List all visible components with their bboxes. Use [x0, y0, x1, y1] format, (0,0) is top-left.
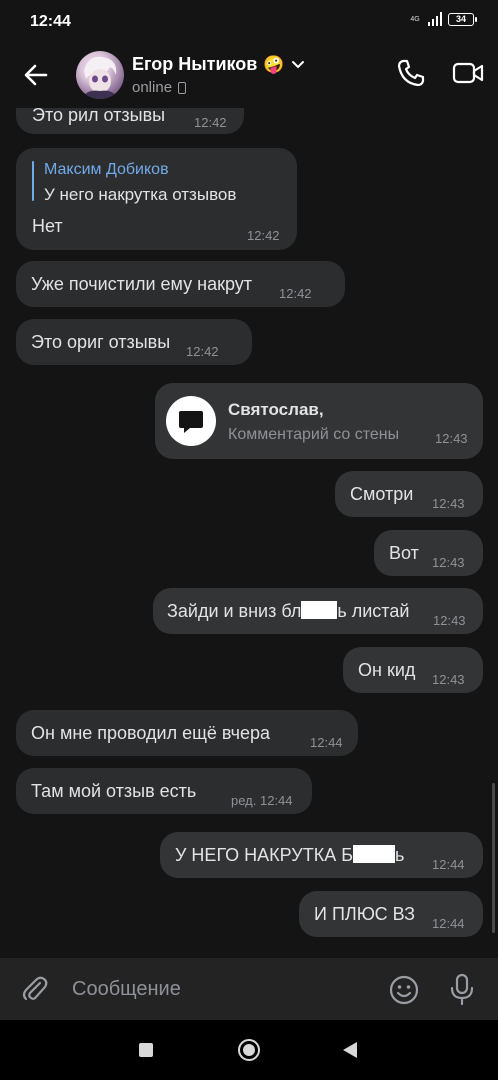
back-arrow-icon[interactable]: [22, 61, 50, 89]
message-bubble-incoming[interactable]: Это рил отзывы 12:42: [16, 108, 244, 134]
message-text: Там мой отзыв есть: [31, 781, 197, 801]
message-text-part: ь: [395, 845, 405, 865]
message-bubble-outgoing[interactable]: У НЕГО НАКРУТКА Б ь 12:44: [160, 832, 483, 878]
contact-status: online: [132, 79, 173, 96]
wall-comment-subtitle: Комментарий со стены: [228, 426, 400, 443]
message-bubble-incoming[interactable]: Там мой отзыв есть ред. 12:44: [16, 768, 312, 814]
message-bubble-outgoing[interactable]: Святослав, Комментарий со стены 12:43: [155, 383, 483, 459]
status-bar: 12:44 4G 34: [0, 0, 498, 44]
message-text: Смотри: [350, 484, 414, 504]
message-text: У НЕГО НАКРУТКА Б ь: [175, 845, 404, 866]
mobile-icon: [178, 81, 187, 94]
redaction-block: [353, 845, 396, 863]
battery-level: 34: [455, 14, 466, 24]
message-time: 12:42: [247, 228, 280, 243]
attach-icon[interactable]: [20, 974, 50, 1004]
reply-author[interactable]: Максим Добиков: [44, 161, 169, 179]
message-time: 12:43: [432, 672, 465, 687]
message-input[interactable]: [60, 968, 360, 1010]
message-time: 12:42: [186, 344, 219, 359]
avatar[interactable]: [76, 51, 124, 99]
message-text: Это ориг отзывы: [31, 332, 171, 352]
status-icons: 4G 34: [408, 12, 477, 26]
reply-text: У него накрутка отзывов: [44, 185, 237, 204]
reply-quote-bar: [32, 161, 34, 201]
message-text: Уже почистили ему накрут: [31, 274, 253, 294]
message-bubble-incoming[interactable]: Максим Добиков У него накрутка отзывов Н…: [16, 148, 297, 250]
scrollbar[interactable]: [492, 783, 495, 933]
message-time: 12:43: [432, 555, 465, 570]
message-text: Нет: [32, 216, 63, 236]
message-text: Это рил отзывы: [32, 108, 166, 125]
system-back-icon[interactable]: [343, 1042, 357, 1058]
status-time: 12:44: [30, 13, 71, 30]
message-text-part: У НЕГО НАКРУТКА Б: [175, 845, 354, 865]
redaction-block: [301, 601, 338, 619]
message-time: 12:43: [435, 431, 468, 446]
message-time: 12:43: [432, 496, 465, 511]
recent-apps-icon[interactable]: [139, 1043, 153, 1057]
message-text: Вот: [389, 543, 419, 563]
message-text-part: Зайди и вниз бл: [167, 601, 302, 621]
message-time: 12:44: [310, 735, 343, 750]
message-list[interactable]: Это рил отзывы 12:42 Максим Добиков У не…: [0, 108, 498, 958]
message-text: И ПЛЮС ВЗ: [314, 904, 415, 924]
signal-icon: [428, 12, 442, 26]
message-bubble-outgoing[interactable]: Зайди и вниз бл ь листай 12:43: [153, 588, 483, 634]
message-text: Зайди и вниз бл ь листай: [167, 601, 409, 622]
message-bubble-outgoing[interactable]: Вот 12:43: [374, 530, 483, 576]
message-time: 12:43: [433, 613, 466, 628]
system-navigation-bar: [0, 1020, 498, 1080]
contact-name: Егор Нытиков: [132, 54, 258, 74]
contact-name-row[interactable]: Егор Нытиков 🤪: [132, 54, 305, 75]
message-text: Он кид: [358, 660, 416, 680]
message-text: Он мне проводил ещё вчера: [31, 723, 271, 743]
video-call-icon[interactable]: [452, 60, 484, 86]
message-bubble-incoming[interactable]: Это ориг отзывы 12:42: [16, 319, 252, 365]
phone-call-icon[interactable]: [396, 58, 426, 88]
home-icon[interactable]: [238, 1039, 260, 1061]
message-bubble-outgoing[interactable]: И ПЛЮС ВЗ 12:44: [299, 891, 483, 937]
message-time: 12:44: [432, 916, 465, 931]
message-bubble-outgoing[interactable]: Смотри 12:43: [335, 471, 483, 517]
name-emoji: 🤪: [263, 54, 285, 74]
battery-icon: 34: [448, 12, 477, 26]
microphone-icon[interactable]: [448, 972, 476, 1006]
network-type: 4G: [410, 15, 420, 23]
message-time: 12:42: [194, 115, 227, 130]
message-composer: [0, 958, 498, 1020]
message-bubble-outgoing[interactable]: Он кид 12:43: [343, 647, 483, 693]
chevron-down-icon[interactable]: [291, 60, 305, 70]
chat-header: Егор Нытиков 🤪 online: [0, 44, 498, 108]
wall-comment-title: Святослав,: [228, 400, 324, 419]
message-text-part: ь листай: [337, 601, 410, 621]
message-time: ред. 12:44: [231, 793, 293, 808]
contact-status-row: online: [132, 79, 187, 96]
wall-comment-icon: [166, 396, 216, 446]
message-bubble-incoming[interactable]: Уже почистили ему накрут 12:42: [16, 261, 345, 307]
message-time: 12:42: [279, 286, 312, 301]
message-bubble-incoming[interactable]: Он мне проводил ещё вчера 12:44: [16, 710, 358, 756]
emoji-icon[interactable]: [388, 974, 420, 1006]
message-time: 12:44: [432, 857, 465, 872]
